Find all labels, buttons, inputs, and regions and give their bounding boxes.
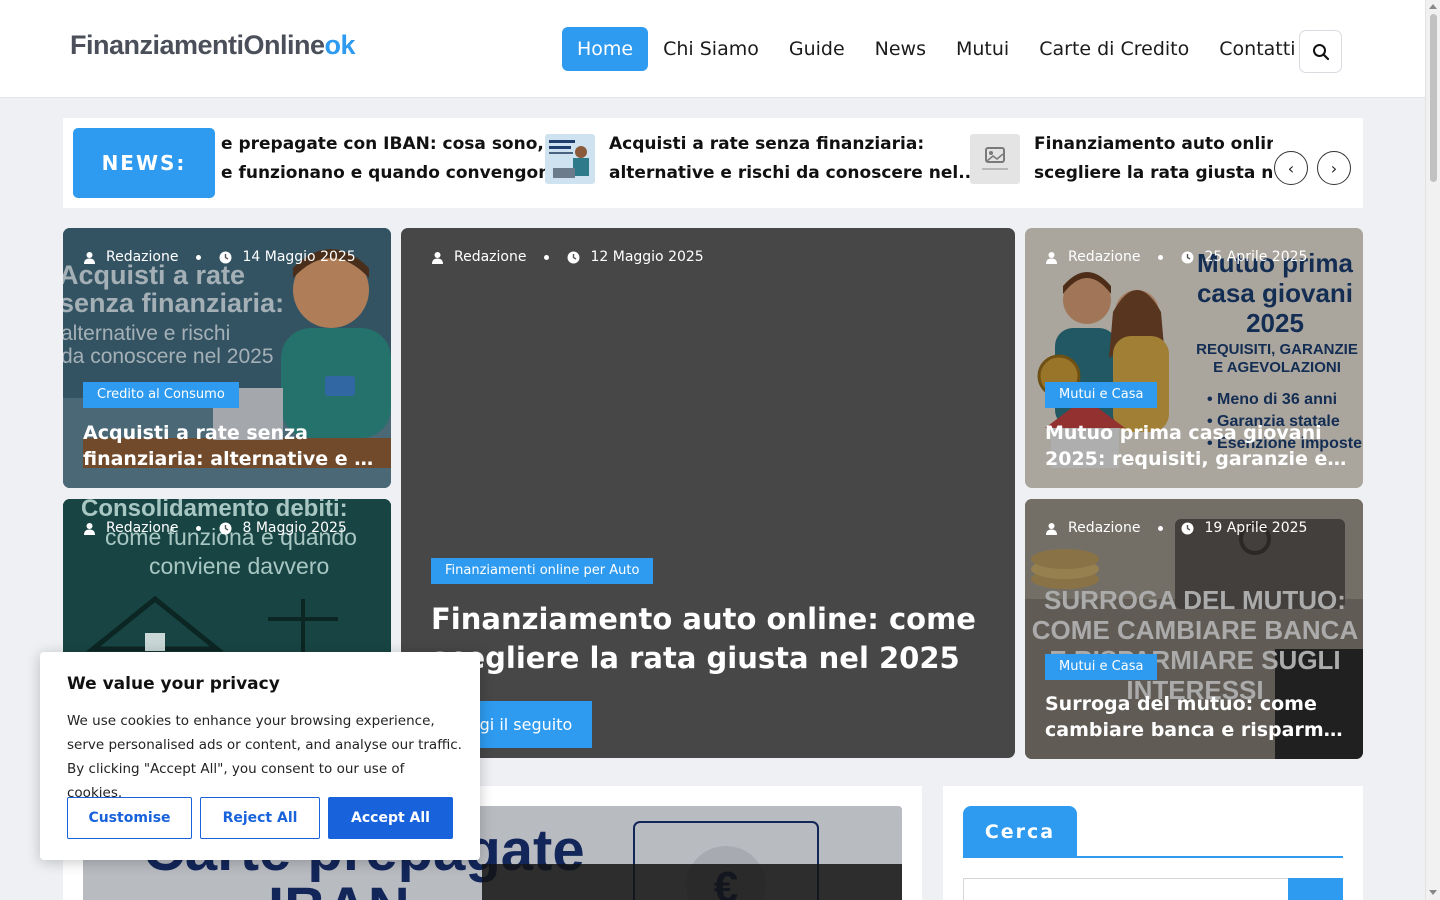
- chevron-right-icon: ›: [1330, 158, 1338, 178]
- meta-separator: [1158, 254, 1164, 260]
- widget-title-underline: [963, 856, 1343, 858]
- post-date[interactable]: 19 Aprile 2025: [1204, 520, 1307, 536]
- site-logo[interactable]: FinanziamentiOnlineok: [70, 30, 356, 61]
- scroll-thumb[interactable]: [1430, 14, 1437, 182]
- meta-separator: [544, 254, 550, 260]
- page-scrollbar[interactable]: [1425, 0, 1440, 900]
- post-title[interactable]: Mutuo prima casa giovani: [1045, 420, 1347, 446]
- post-author[interactable]: Redazione: [106, 520, 178, 536]
- news-ticker: NEWS: e prepagate con IBAN: cosa sono, e …: [63, 118, 1363, 208]
- chevron-left-icon: ‹: [1287, 158, 1295, 178]
- post-date[interactable]: 25 Aprile 2025: [1204, 249, 1307, 265]
- scroll-up-arrow[interactable]: [1429, 4, 1437, 9]
- widget-title: Cerca: [963, 806, 1077, 857]
- nav-carte-di-credito[interactable]: Carte di Credito: [1024, 27, 1204, 71]
- user-icon: [432, 251, 443, 264]
- category-badge[interactable]: Mutui e Casa: [1045, 654, 1158, 680]
- post-title[interactable]: Surroga del mutuo: come: [1045, 691, 1347, 717]
- user-icon: [1046, 522, 1057, 535]
- nav-home[interactable]: Home: [562, 27, 649, 71]
- ticker-item[interactable]: Acquisti a rate senza finanziaria: altern…: [545, 130, 978, 188]
- post-card[interactable]: Mutuo prima casa giovani 2025 REQUISITI,…: [1025, 228, 1363, 488]
- post-title-line-2[interactable]: 2025: requisiti, garanzie e...: [1045, 446, 1347, 472]
- clock-icon: [1181, 251, 1194, 263]
- category-badge[interactable]: Mutui e Casa: [1045, 382, 1158, 408]
- post-meta: Redazione 25 Aprile 2025: [1045, 249, 1307, 265]
- nav-guide[interactable]: Guide: [774, 27, 860, 71]
- category-badge[interactable]: Credito al Consumo: [83, 382, 239, 408]
- accept-all-button[interactable]: Accept All: [328, 797, 453, 839]
- ticker-track: e prepagate con IBAN: cosa sono, e funzio…: [215, 118, 1273, 208]
- reject-all-button[interactable]: Reject All: [200, 797, 320, 839]
- svg-text:IBAN: IBAN: [268, 876, 410, 900]
- post-card[interactable]: SURROGA DEL MUTUO: COME CAMBIARE BANCA E…: [1025, 499, 1363, 759]
- ticker-item[interactable]: e prepagate con IBAN: cosa sono, e funzio…: [221, 130, 562, 188]
- cookie-title: We value your privacy: [67, 674, 280, 694]
- post-card[interactable]: Acquisti a rate senza finanziaria: alter…: [63, 228, 391, 488]
- post-meta: Redazione 19 Aprile 2025: [1045, 520, 1307, 536]
- meta-separator: [1158, 525, 1164, 531]
- featured-post-title[interactable]: Finanziamento auto online: come sceglier…: [431, 600, 976, 678]
- post-date[interactable]: 12 Maggio 2025: [590, 249, 703, 265]
- meta-separator: [196, 254, 202, 260]
- user-icon: [1046, 251, 1057, 264]
- featured-post-card[interactable]: Redazione 12 Maggio 2025 Finanziamenti o…: [401, 228, 1015, 758]
- nav-news[interactable]: News: [860, 27, 941, 71]
- post-author[interactable]: Redazione: [1068, 249, 1140, 265]
- svg-text:conviene davvero: conviene davvero: [149, 553, 329, 579]
- post-meta: Redazione 12 Maggio 2025: [431, 249, 704, 265]
- ticker-item[interactable]: Finanziamento auto online: scegliere la r…: [970, 130, 1273, 188]
- svg-text:Consolidamento debiti:: Consolidamento debiti:: [81, 499, 348, 522]
- post-title[interactable]: Acquisti a rate senza: [83, 420, 375, 446]
- cookie-consent-banner: We value your privacy We use cookies to …: [40, 652, 480, 860]
- clock-icon: [219, 522, 232, 534]
- sidebar-search-widget: Cerca: [943, 786, 1363, 900]
- post-author[interactable]: Redazione: [1068, 520, 1140, 536]
- image-placeholder-icon: [970, 134, 1020, 184]
- ticker-prev-button[interactable]: ‹: [1274, 151, 1308, 185]
- sidebar-search-button[interactable]: [1288, 878, 1343, 900]
- meta-separator: [196, 525, 202, 531]
- customise-button[interactable]: Customise: [67, 797, 192, 839]
- site-header: FinanziamentiOnlineok Home Chi Siamo Gui…: [0, 0, 1425, 98]
- post-title-line-2[interactable]: cambiare banca e risparmiare...: [1045, 717, 1347, 743]
- post-date[interactable]: 8 Maggio 2025: [242, 520, 346, 536]
- nav-mutui[interactable]: Mutui: [941, 27, 1024, 71]
- ticker-thumbnail: [545, 134, 595, 184]
- post-author[interactable]: Redazione: [454, 249, 526, 265]
- cookie-description: We use cookies to enhance your browsing …: [67, 713, 462, 801]
- clock-icon: [1181, 522, 1194, 534]
- post-meta: Redazione 14 Maggio 2025: [83, 249, 356, 265]
- post-meta: Redazione 8 Maggio 2025: [83, 520, 347, 536]
- sidebar-search-input[interactable]: [963, 878, 1289, 900]
- post-author[interactable]: Redazione: [106, 249, 178, 265]
- clock-icon: [219, 251, 232, 263]
- scroll-down-arrow[interactable]: [1429, 890, 1437, 895]
- user-icon: [84, 522, 95, 535]
- header-search-button[interactable]: [1299, 30, 1342, 73]
- news-label: NEWS:: [73, 128, 215, 198]
- search-icon: [1312, 43, 1329, 60]
- post-title-line-2[interactable]: finanziaria: alternative e risc...: [83, 446, 375, 472]
- clock-icon: [567, 251, 580, 263]
- post-date[interactable]: 14 Maggio 2025: [242, 249, 355, 265]
- nav-contatti[interactable]: Contatti: [1204, 27, 1310, 71]
- category-badge[interactable]: Finanziamenti online per Auto: [431, 558, 654, 584]
- main-nav: Home Chi Siamo Guide News Mutui Carte di…: [562, 27, 1310, 71]
- ticker-next-button[interactable]: ›: [1317, 151, 1351, 185]
- user-icon: [84, 251, 95, 264]
- nav-chi-siamo[interactable]: Chi Siamo: [648, 27, 774, 71]
